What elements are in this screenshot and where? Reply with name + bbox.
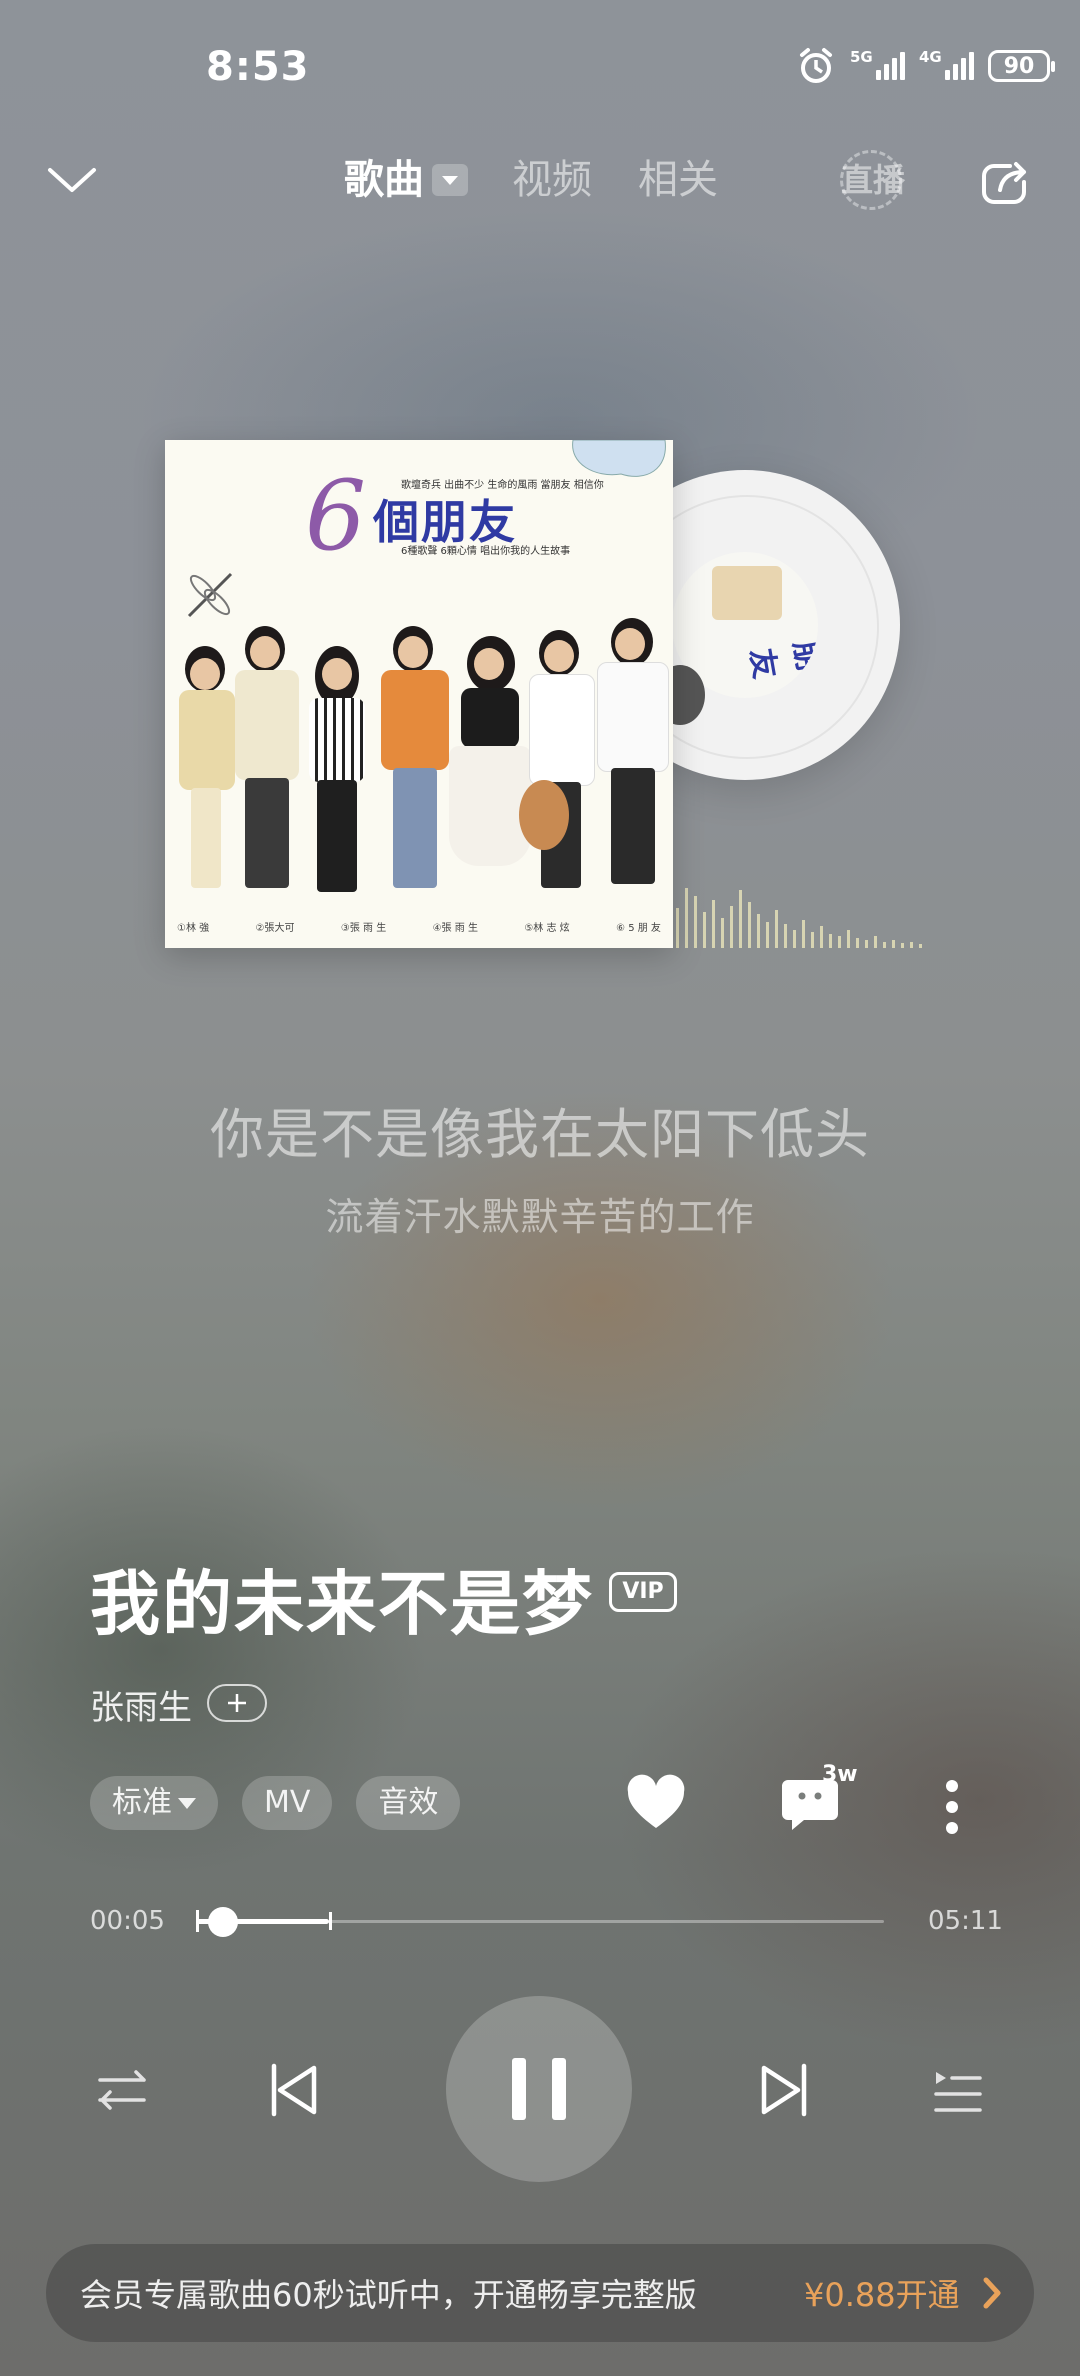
caret-down-icon (178, 1797, 196, 1809)
mv-chip-label: MV (264, 1785, 311, 1820)
spectrum-bar (694, 896, 697, 948)
battery-icon: 90 (988, 50, 1055, 82)
pause-icon (512, 2058, 526, 2120)
spectrum-bar (910, 942, 913, 948)
dragonfly-illustration (187, 572, 233, 618)
tab-video[interactable]: 视频 (512, 150, 592, 210)
spectrum-bar (856, 938, 859, 948)
audio-spectrum (640, 878, 940, 948)
cover-name-1: ①林 強 (177, 923, 210, 934)
spectrum-bar (712, 900, 715, 948)
spectrum-bar (775, 910, 778, 948)
tab-song-dropdown-button[interactable] (432, 164, 468, 196)
spectrum-bar (847, 930, 850, 948)
cover-name-4: ④張 雨 生 (432, 923, 478, 934)
spectrum-bar (820, 926, 823, 948)
song-title: 我的未来不是梦 (90, 1563, 594, 1645)
share-icon[interactable] (980, 160, 1030, 206)
spectrum-bar (739, 890, 742, 948)
cloud-illustration (572, 440, 666, 477)
spectrum-bar (883, 942, 886, 948)
tab-song[interactable]: 歌曲 (344, 150, 424, 210)
signal-5g-icon: 5G (850, 48, 905, 80)
spectrum-bar (811, 932, 814, 948)
previous-track-icon[interactable] (266, 2060, 322, 2120)
spectrum-bar (901, 943, 904, 948)
chevron-right-icon (983, 2277, 1001, 2309)
effect-chip-label: 音效 (378, 1785, 439, 1820)
lyric-current-line[interactable]: 你是不是像我在太阳下低头 (0, 1090, 1080, 1169)
spectrum-bar (676, 908, 679, 948)
mv-chip[interactable]: MV (242, 1776, 333, 1830)
spectrum-bar (892, 940, 895, 948)
alarm-icon (800, 48, 832, 83)
cover-name-3: ③張 雨 生 (340, 923, 387, 934)
spectrum-bar (919, 944, 922, 948)
vip-banner-text: 会员专属歌曲60秒试听中，开通畅享完整版 (80, 2276, 697, 2314)
status-icons: 5G 4G 90 (796, 46, 1055, 86)
album-cover-tagline-2: 6種歌聲 6顆心情 唱出你我的人生故事 (401, 546, 571, 557)
album-cover-number: 6 (305, 460, 367, 572)
pause-button[interactable] (446, 1996, 632, 2182)
progress-thumb[interactable] (208, 1907, 238, 1937)
spectrum-bar (685, 888, 688, 948)
vip-badge: VIP (609, 1572, 677, 1612)
cover-name-2: ②張大可 (255, 923, 295, 934)
time-current: 00:05 (90, 1906, 165, 1936)
cover-name-6: ⑥ 5 朋 友 (616, 923, 661, 934)
plus-icon (228, 1694, 246, 1712)
spectrum-bar (730, 906, 733, 948)
spectrum-bar (793, 930, 796, 948)
spectrum-bar (874, 936, 877, 948)
battery-level: 90 (1003, 53, 1035, 79)
spectrum-bar (721, 918, 724, 948)
artist-name[interactable]: 张雨生 (90, 1680, 192, 1729)
more-vertical-icon[interactable] (940, 1778, 964, 1836)
spectrum-bar (838, 936, 841, 948)
song-option-chips: 标准 MV 音效 (90, 1776, 461, 1830)
quality-chip[interactable]: 标准 (90, 1776, 218, 1830)
tab-related[interactable]: 相关 (638, 150, 718, 210)
album-cover: 6 歌壇奇兵 出曲不少 生命的風雨 當朋友 相信你 個朋友 6種歌聲 6顆心情 … (165, 440, 673, 948)
album-cover-names: ①林 強 ②張大可 ③張 雨 生 ④張 雨 生 ⑤林 志 炫 ⑥ 5 朋 友 (177, 919, 661, 934)
lyric-next-line[interactable]: 流着汗水默默辛苦的工作 (0, 1186, 1080, 1241)
spectrum-bar (703, 912, 706, 948)
next-track-icon[interactable] (756, 2060, 812, 2120)
spectrum-bar (748, 902, 751, 948)
live-button[interactable]: 直播 (838, 150, 908, 210)
follow-artist-button[interactable] (207, 1684, 267, 1722)
effect-chip[interactable]: 音效 (356, 1776, 461, 1830)
spectrum-bar (784, 924, 787, 948)
spectrum-bar (766, 922, 769, 948)
heart-icon[interactable] (624, 1772, 688, 1836)
quality-chip-label: 标准 (112, 1785, 172, 1820)
signal-4g-icon: 4G (919, 48, 974, 80)
playlist-icon[interactable] (932, 2064, 984, 2116)
spectrum-bar (757, 914, 760, 948)
cover-name-5: ⑤林 志 炫 (524, 923, 570, 934)
time-total: 05:11 (928, 1906, 1003, 1936)
vip-subscribe-link[interactable]: ¥0.88开通 (804, 2270, 960, 2316)
status-time: 8:53 (206, 44, 310, 90)
spectrum-bar (865, 940, 868, 948)
loop-mode-icon[interactable] (96, 2066, 150, 2114)
spectrum-bar (829, 934, 832, 948)
caret-down-icon (442, 176, 458, 185)
spectrum-bar (802, 920, 805, 948)
top-tabs: 歌曲 视频 相关 (0, 150, 1080, 210)
pause-icon-bar (552, 2058, 566, 2120)
trial-end-marker (329, 1912, 332, 1930)
comment-count-badge: 3w (822, 1762, 858, 1787)
